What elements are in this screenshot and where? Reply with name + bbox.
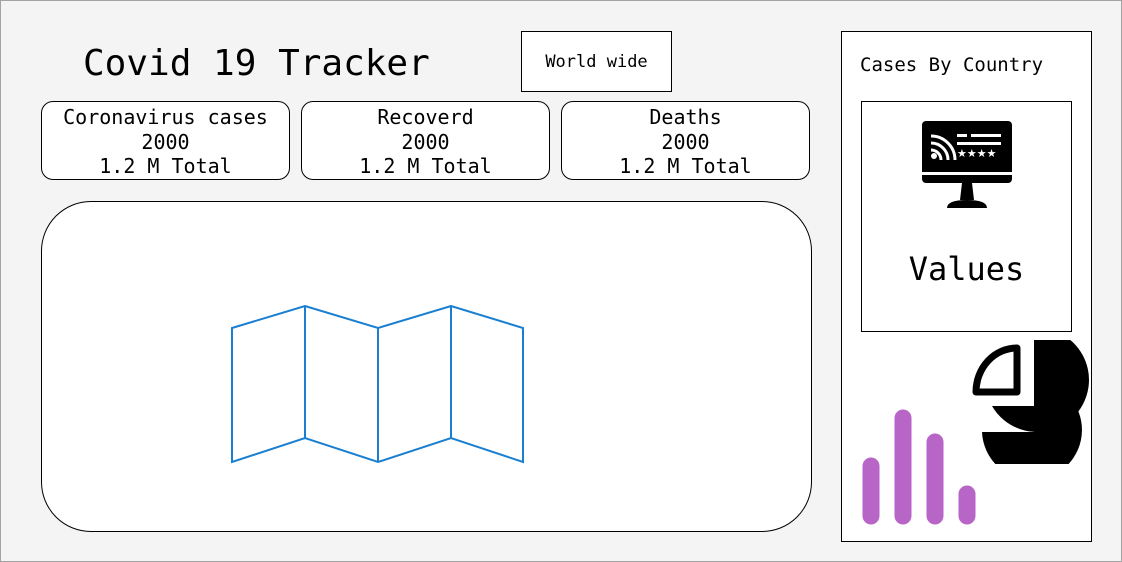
stat-label: Deaths	[649, 105, 722, 129]
stat-value: 2000	[141, 129, 190, 154]
stat-card-cases[interactable]: Coronavirus cases 2000 1.2 M Total	[41, 101, 290, 180]
svg-text:★★★★: ★★★★	[957, 147, 997, 160]
panel-title: Cases By Country	[860, 54, 1044, 76]
pie-chart-icon	[972, 340, 1089, 464]
values-box[interactable]: ★★★★ Values	[861, 101, 1072, 332]
map-panel[interactable]	[41, 201, 812, 532]
stat-card-recovered[interactable]: Recoverd 2000 1.2 M Total	[301, 101, 550, 180]
folded-map-icon	[231, 305, 524, 464]
stat-value: 2000	[401, 129, 450, 154]
cases-by-country-panel: Cases By Country ★★★★ Values	[841, 31, 1092, 542]
values-label: Values	[908, 250, 1025, 288]
app-frame: Covid 19 Tracker World wide Coronavirus …	[0, 0, 1122, 562]
stat-total: 1.2 M Total	[99, 154, 232, 178]
stat-card-deaths[interactable]: Deaths 2000 1.2 M Total	[561, 101, 810, 180]
monitor-dashboard-icon: ★★★★	[922, 121, 1012, 208]
stat-total: 1.2 M Total	[359, 154, 492, 178]
stat-total: 1.2 M Total	[619, 154, 752, 178]
bar-chart-icon	[862, 409, 976, 525]
page-title: Covid 19 Tracker	[83, 43, 430, 84]
stat-value: 2000	[661, 129, 710, 154]
stat-label: Coronavirus cases	[63, 105, 268, 129]
stat-label: Recoverd	[377, 105, 474, 129]
worldwide-button[interactable]: World wide	[521, 31, 672, 92]
